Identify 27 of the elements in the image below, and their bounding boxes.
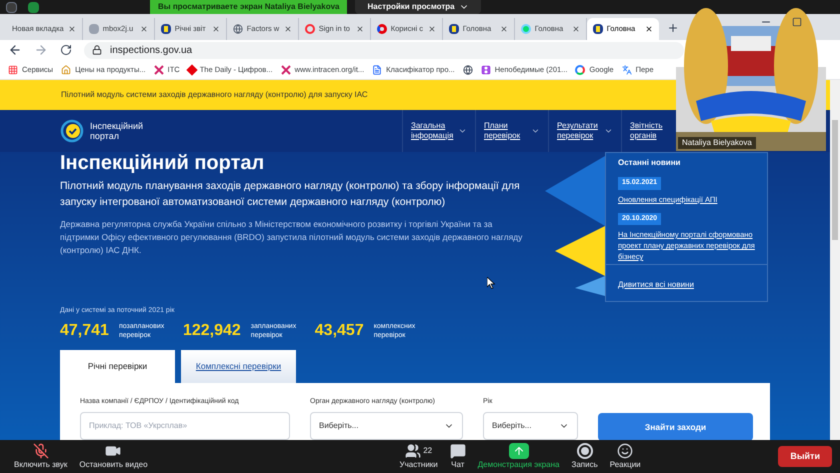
toolbar-button[interactable]: Включить звук (8, 442, 74, 470)
toolbar-button[interactable]: Демонстрация экрана (472, 442, 566, 470)
search-tab[interactable]: Річні перевірки (60, 350, 175, 383)
search-button[interactable]: Знайти заходи (598, 413, 753, 440)
page-heading: Інспекційний портал (60, 152, 266, 174)
participant-name: Nataliya Bielyakova (678, 137, 756, 149)
view-settings-button[interactable]: Настройки просмотра (355, 0, 481, 14)
news-title: Останні новини (618, 157, 682, 169)
stat-value: 43,457 (314, 320, 364, 340)
stat-value: 122,942 (182, 320, 241, 340)
address-bar[interactable]: inspections.gov.ua (84, 42, 684, 58)
year-select[interactable]: Виберіть... (483, 412, 578, 440)
authority-select[interactable]: Виберіть... (310, 412, 463, 440)
company-field[interactable]: Приклад: ТОВ «Укрсплав» (80, 412, 290, 440)
toolbar-button[interactable]: 22 Участники (394, 442, 444, 470)
toolbar-button[interactable]: Запись (566, 442, 604, 470)
search-tab[interactable]: Комплексні перевірки (181, 350, 296, 383)
description-text: Державна регуляторна служба України спільно з Міністерством економічного розвитку і торгівлі України та за підтримки Офісу ефективного регулювання (BRDO) запустила пілотний модуль системи заходів державного нагляду (контролю) ІАС ДНК. (60, 218, 524, 257)
leave-button[interactable]: Выйти (778, 446, 832, 468)
logo-text[interactable]: Інспекційний портал (90, 121, 150, 141)
toolbar-button[interactable]: Чат (444, 442, 472, 470)
page-subtitle: Пілотний модуль планування заходів державного нагляду (контролю) та збору інформації для запуску інтегрованої автоматизованої системи державного нагляду (контролю) (60, 179, 521, 210)
all-news-link[interactable]: Дивитися всі новини (618, 280, 694, 289)
share-banner: Вы просматриваете экран Nataliya Bielyakova (150, 0, 348, 14)
toolbar-button[interactable]: Реакции (604, 442, 647, 470)
stat-value: 47,741 (60, 320, 109, 340)
toolbar-button[interactable]: Остановить видео (73, 442, 154, 470)
